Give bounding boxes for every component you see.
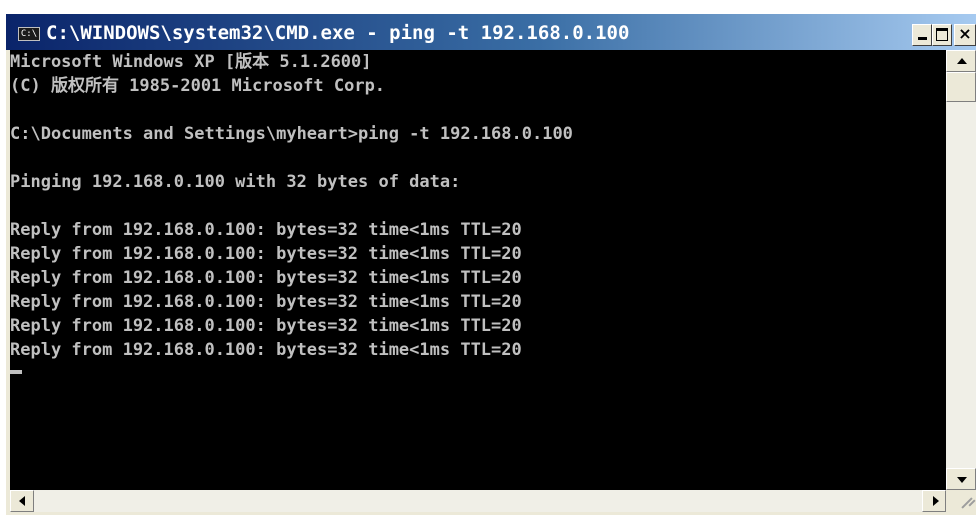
close-icon: ×	[958, 24, 972, 43]
console-line: Microsoft Windows XP [版本 5.1.2600]	[10, 52, 372, 72]
console-line: Reply from 192.168.0.100: bytes=32 time<…	[10, 292, 522, 312]
scroll-left-button[interactable]	[10, 490, 34, 512]
scroll-down-button[interactable]	[946, 468, 976, 490]
console-line: Reply from 192.168.0.100: bytes=32 time<…	[10, 340, 522, 360]
arrow-left-icon	[19, 496, 25, 506]
console-line: (C) 版权所有 1985-2001 Microsoft Corp.	[10, 76, 386, 96]
maximize-button[interactable]	[932, 24, 952, 46]
vertical-scroll-thumb[interactable]	[946, 72, 976, 102]
close-button[interactable]: ×	[954, 24, 976, 46]
vertical-scrollbar[interactable]	[946, 50, 976, 490]
text-cursor	[10, 370, 22, 374]
title-bar[interactable]: C:\ C:\WINDOWS\system32\CMD.exe - ping -…	[6, 14, 976, 50]
window-title: C:\WINDOWS\system32\CMD.exe - ping -t 19…	[46, 22, 630, 44]
minimize-button[interactable]	[912, 24, 932, 46]
minimize-icon	[918, 37, 927, 40]
cmd-icon[interactable]: C:\	[18, 27, 40, 41]
console-line: Reply from 192.168.0.100: bytes=32 time<…	[10, 220, 522, 240]
console-line: C:\Documents and Settings\myheart>ping -…	[10, 124, 573, 144]
scroll-right-button[interactable]	[922, 490, 946, 512]
arrow-up-icon	[957, 58, 967, 64]
resize-grip-icon[interactable]	[946, 490, 976, 512]
arrow-right-icon	[933, 496, 939, 506]
console-line: Reply from 192.168.0.100: bytes=32 time<…	[10, 244, 522, 264]
console-line: Reply from 192.168.0.100: bytes=32 time<…	[10, 268, 522, 288]
scroll-up-button[interactable]	[946, 50, 976, 72]
console-line: Reply from 192.168.0.100: bytes=32 time<…	[10, 316, 522, 336]
horizontal-scrollbar[interactable]	[10, 490, 946, 512]
cmd-window: C:\ C:\WINDOWS\system32\CMD.exe - ping -…	[6, 14, 976, 515]
console-line: Pinging 192.168.0.100 with 32 bytes of d…	[10, 172, 461, 192]
maximize-icon	[936, 28, 948, 41]
console-output[interactable]: Microsoft Windows XP [版本 5.1.2600] (C) 版…	[10, 50, 946, 488]
arrow-down-icon	[957, 477, 967, 483]
